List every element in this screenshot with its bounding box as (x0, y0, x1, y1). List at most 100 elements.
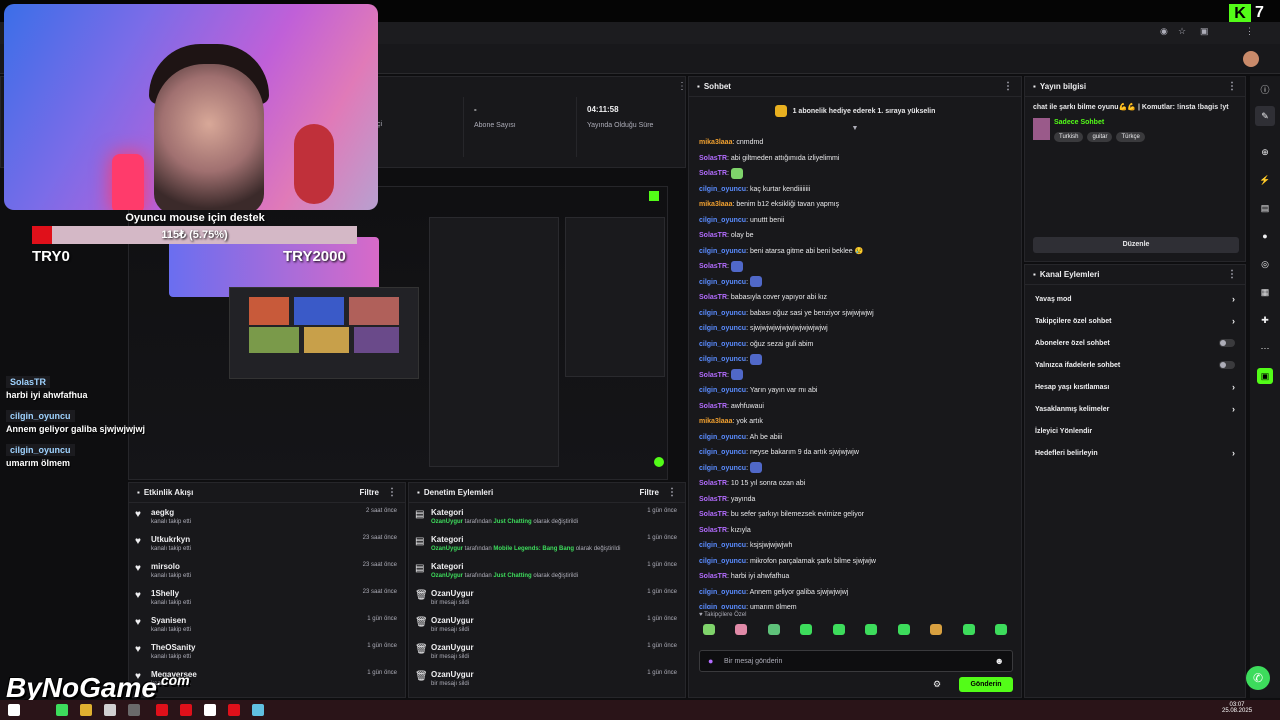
share-icon[interactable]: ⋯ (1259, 342, 1271, 354)
chat-message[interactable]: cilgin_oyuncu: Yarın yayın var mı abi (689, 383, 1021, 399)
chat-username[interactable]: cilgin_oyuncu (699, 186, 746, 193)
taskbar-app-icon[interactable] (156, 704, 168, 716)
taskbar-app-icon[interactable] (128, 704, 140, 716)
chat-message[interactable]: SolasTR: kızıyla (689, 523, 1021, 539)
chat-message[interactable]: SolasTR: (689, 368, 1021, 384)
chat-username[interactable]: SolasTR (699, 403, 727, 410)
taskbar-app-icon[interactable] (104, 704, 116, 716)
chat-username[interactable]: cilgin_oyuncu (699, 542, 746, 549)
gear-icon[interactable]: ⚙ (933, 679, 941, 690)
help-chat-icon[interactable]: ✆ (1246, 666, 1270, 690)
avatar[interactable] (1243, 51, 1259, 67)
activity-item[interactable]: ♥ Utkukrkyn kanalı takip etti 23 saat önce (129, 530, 405, 557)
emote-icon[interactable] (865, 623, 878, 635)
chat-message[interactable]: SolasTR: harbi iyi ahwfafhua (689, 569, 1021, 585)
chat-username[interactable]: cilgin_oyuncu (699, 279, 746, 286)
moderation-actor[interactable]: OzanUygur (431, 546, 463, 552)
chat-username[interactable]: SolasTR (699, 511, 727, 518)
chat-message[interactable]: SolasTR: babasıyla cover yapıyor abi kız (689, 290, 1021, 306)
chat-message[interactable]: cilgin_oyuncu: neyse bakarım 9 da artık … (689, 445, 1021, 461)
emote-icon[interactable] (749, 276, 762, 288)
moderation-target[interactable]: Just Chatting (493, 519, 531, 525)
chat-username[interactable]: cilgin_oyuncu (699, 434, 746, 441)
chat-username[interactable]: SolasTR (699, 170, 727, 177)
chat-username[interactable]: cilgin_oyuncu (699, 356, 746, 363)
wrench-icon[interactable]: ✚ (1259, 314, 1271, 326)
emoji-icon[interactable]: ☻ (995, 656, 1004, 666)
tag[interactable]: Turkish (1054, 132, 1084, 142)
lightning-icon[interactable]: ⚡ (1259, 174, 1271, 186)
game-controller-icon[interactable]: ▣ (1257, 368, 1273, 384)
chat-username[interactable]: cilgin_oyuncu (699, 465, 746, 472)
channel-action-item[interactable]: Yasaklanmış kelimeler › (1025, 398, 1245, 420)
channel-action-item[interactable]: Hedefleri belirleyin › (1025, 442, 1245, 464)
chat-message[interactable]: cilgin_oyuncu: babası oğuz sasi ye benzi… (689, 306, 1021, 322)
stats-menu-icon[interactable]: ⋮ (669, 81, 687, 92)
channel-action-item[interactable]: Takipçilere özel sohbet › (1025, 310, 1245, 332)
taskbar-app-icon[interactable] (56, 704, 68, 716)
tag[interactable]: guitar (1087, 132, 1113, 142)
chat-username[interactable]: SolasTR (699, 372, 727, 379)
chat-message[interactable]: cilgin_oyuncu: ksjsjwjwjwjwh (689, 538, 1021, 554)
pin-chevron-icon[interactable]: ▼ (689, 125, 1021, 135)
stream-info-menu-icon[interactable]: ⋮ (1227, 81, 1237, 92)
chat-message[interactable]: mika3laaa: benim b12 eksikliği tavan yap… (689, 197, 1021, 213)
activity-item[interactable]: ♥ 1Shelly kanalı takip etti 23 saat önce (129, 584, 405, 611)
chat-message[interactable]: cilgin_oyuncu: unuttt benii (689, 213, 1021, 229)
channel-action-item[interactable]: Yavaş mod › (1025, 288, 1245, 310)
chat-message[interactable]: cilgin_oyuncu: (689, 461, 1021, 477)
chat-message[interactable]: SolasTR: bu sefer şarkıyı bilemezsek evi… (689, 507, 1021, 523)
chat-username[interactable]: cilgin_oyuncu (699, 325, 746, 332)
chat-username[interactable]: cilgin_oyuncu (699, 217, 746, 224)
info-icon[interactable]: ⓘ (1259, 84, 1271, 96)
chat-username[interactable]: cilgin_oyuncu (699, 341, 746, 348)
emote-icon[interactable] (800, 623, 813, 635)
activity-item[interactable]: ♥ mirsolo kanalı takip etti 23 saat önce (129, 557, 405, 584)
chat-username[interactable]: SolasTR (699, 496, 727, 503)
chat-menu-icon[interactable]: ⋮ (1003, 81, 1013, 92)
moderation-item[interactable]: 🗑 OzanUygur bir mesajı sildi 1 gün önce (409, 611, 685, 638)
chat-username[interactable]: cilgin_oyuncu (699, 589, 746, 596)
channel-action-item[interactable]: Abonelere özel sohbet (1025, 332, 1245, 354)
chat-username[interactable]: cilgin_oyuncu (699, 449, 746, 456)
moderation-item[interactable]: 🗑 OzanUygur bir mesajı sildi 1 gün önce (409, 584, 685, 611)
chat-message[interactable]: SolasTR: (689, 166, 1021, 182)
channel-action-item[interactable]: Yalnızca ifadelerle sohbet (1025, 354, 1245, 376)
moderation-actor[interactable]: OzanUygur (431, 519, 463, 525)
activity-item[interactable]: ♥ aegkg kanalı takip etti 2 saat önce (129, 503, 405, 530)
chevron-right-icon[interactable]: › (1232, 448, 1235, 458)
chat-message[interactable]: cilgin_oyuncu: Ah be abiii (689, 430, 1021, 446)
chat-username[interactable]: cilgin_oyuncu (699, 248, 746, 255)
extensions-icon[interactable]: ▣ (1200, 26, 1209, 37)
chat-message[interactable]: cilgin_oyuncu: sjwjwjwjwjwjwjwjwjwjwjwj (689, 321, 1021, 337)
emote-icon[interactable] (735, 623, 748, 635)
edit-button[interactable]: Düzenle (1033, 237, 1239, 253)
chat-username[interactable]: mika3laaa (699, 139, 732, 146)
moderation-item[interactable]: 🗑 OzanUygur bir mesajı sildi 1 gün önce (409, 638, 685, 665)
chat-username[interactable]: SolasTR (699, 294, 727, 301)
chat-message[interactable]: SolasTR: (689, 259, 1021, 275)
emote-icon[interactable] (897, 623, 910, 635)
moderation-item[interactable]: ▤ Kategori OzanUygur tarafından Just Chatt… (409, 503, 685, 530)
chevron-right-icon[interactable]: › (1232, 404, 1235, 414)
chat-message[interactable]: SolasTR: awhfuwaui (689, 399, 1021, 415)
emote-icon[interactable] (703, 623, 715, 635)
chat-username[interactable]: mika3laaa (699, 201, 732, 208)
taskbar-app-icon[interactable] (228, 704, 240, 716)
gift-banner[interactable]: 1 abonelik hediye ederek 1. sıraya yükse… (689, 97, 1021, 125)
chat-message[interactable]: cilgin_oyuncu: umarım ölmem (689, 600, 1021, 609)
taskbar-clock[interactable]: 03:07 25.08.2025 (1222, 702, 1252, 714)
browser-eye-icon[interactable]: ◉ (1160, 26, 1168, 37)
chat-username[interactable]: SolasTR (699, 573, 727, 580)
chat-message[interactable]: cilgin_oyuncu: mikrofon parçalamak şarkı… (689, 554, 1021, 570)
moderation-item[interactable]: 🗑 OzanUygur bir mesajı sildi 1 gün önce (409, 665, 685, 692)
edit-pen-icon[interactable]: ✎ (1255, 106, 1275, 126)
chat-username[interactable]: SolasTR (699, 155, 727, 162)
chat-message[interactable]: cilgin_oyuncu: beni atarsa gitme abi ben… (689, 244, 1021, 260)
chat-bubble-icon[interactable]: ● (1259, 230, 1271, 242)
send-button[interactable]: Gönderin (959, 677, 1013, 692)
chat-message[interactable]: SolasTR: 10 15 yıl sonra ozan abi (689, 476, 1021, 492)
emote-icon[interactable] (930, 623, 943, 635)
channel-action-item[interactable]: Hesap yaşı kısıtlaması › (1025, 376, 1245, 398)
activity-item[interactable]: ♥ TheOSanity kanalı takip etti 1 gün önce (129, 638, 405, 665)
